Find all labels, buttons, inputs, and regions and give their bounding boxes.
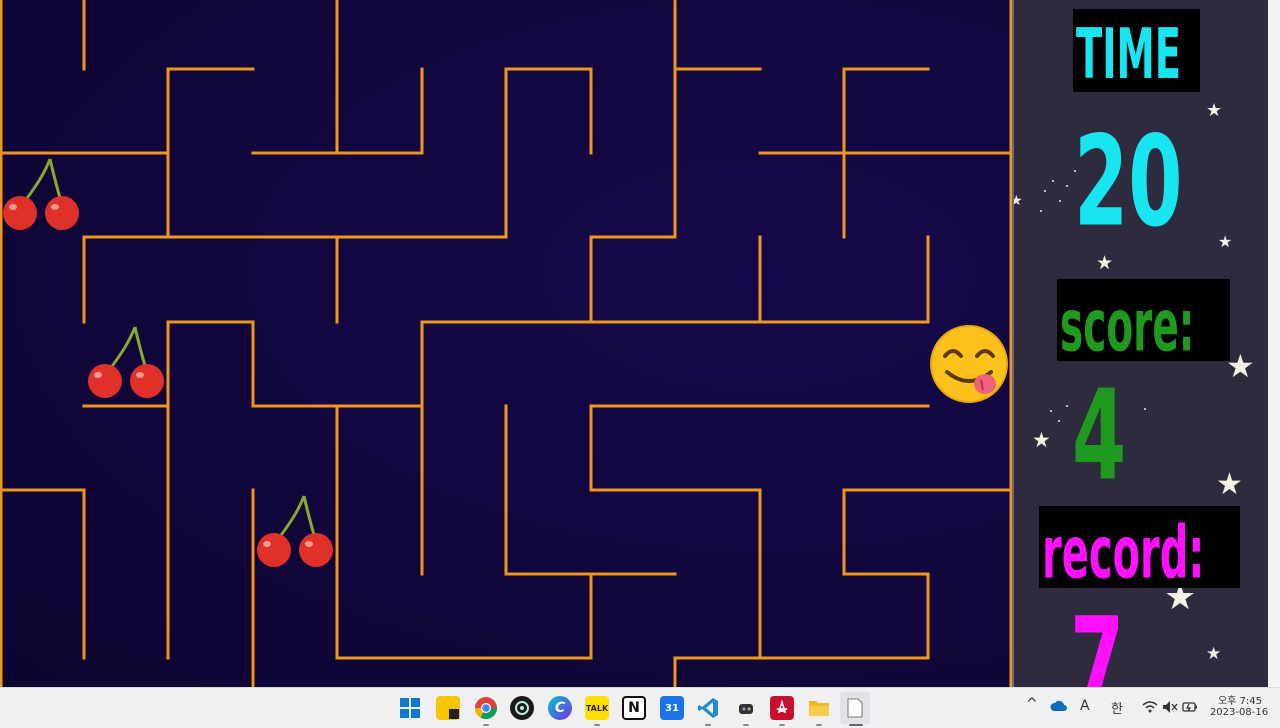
taskbar: C TALK N 31 ^ A 한 오후 7:45 2023-08-16 (0, 687, 1280, 728)
vscode-icon[interactable] (696, 696, 720, 720)
clock-time[interactable]: 오후 7:45 (1212, 692, 1268, 707)
chevron-up-icon[interactable]: ^ (1026, 696, 1038, 712)
battery-icon[interactable] (1182, 700, 1198, 718)
star-icon: ★ (1226, 347, 1255, 385)
windows-start-icon[interactable] (398, 696, 422, 720)
volume-muted-icon[interactable] (1162, 700, 1178, 718)
star-icon: ★ (1206, 100, 1223, 121)
wifi-icon[interactable] (1142, 700, 1158, 718)
cherry-icon (88, 326, 164, 398)
chrome-icon[interactable] (474, 696, 498, 720)
ime-language[interactable]: 한 (1111, 698, 1123, 717)
file-explorer-icon[interactable] (807, 696, 831, 720)
star-icon: ★ (1206, 644, 1222, 664)
calendar-icon[interactable]: 31 (660, 696, 684, 720)
face-savoring-food-icon[interactable] (929, 324, 1009, 404)
score-label: score: (1060, 284, 1195, 369)
sticky-notes-icon[interactable] (436, 696, 460, 720)
record-value: 7 (1070, 590, 1125, 687)
star-icon: ★ (1216, 467, 1243, 502)
star-icon: ★ (1032, 428, 1051, 452)
notion-icon[interactable]: N (622, 696, 646, 720)
ime-mode[interactable]: A (1080, 698, 1090, 714)
acrobat-icon[interactable] (770, 696, 794, 720)
cherry-icon (257, 495, 333, 567)
maze-area (0, 0, 1012, 687)
star-icon: ★ (1218, 232, 1233, 251)
star-icon: ★ (1014, 194, 1023, 208)
onedrive-icon[interactable] (1050, 700, 1068, 716)
game-app-icon[interactable] (734, 696, 758, 720)
time-label: TIME (1076, 14, 1181, 96)
notepad-icon[interactable] (840, 692, 870, 724)
record-label: record: (1042, 511, 1205, 596)
kakaotalk-icon[interactable]: TALK (585, 696, 609, 720)
star-icon: ★ (1096, 252, 1114, 274)
time-value: 20 (1074, 108, 1183, 255)
score-value: 4 (1072, 362, 1127, 509)
cherry-icon (3, 158, 79, 230)
clock-date[interactable]: 2023-08-16 (1206, 707, 1272, 718)
background-window-edge (1268, 0, 1280, 687)
score-panel: ★ ★ ★ ★ ★ ★ ★ ★ ★ TIME 20 score: 4 recor… (1012, 0, 1270, 687)
canva-icon[interactable]: C (548, 696, 572, 720)
chatgpt-icon[interactable] (510, 696, 534, 720)
